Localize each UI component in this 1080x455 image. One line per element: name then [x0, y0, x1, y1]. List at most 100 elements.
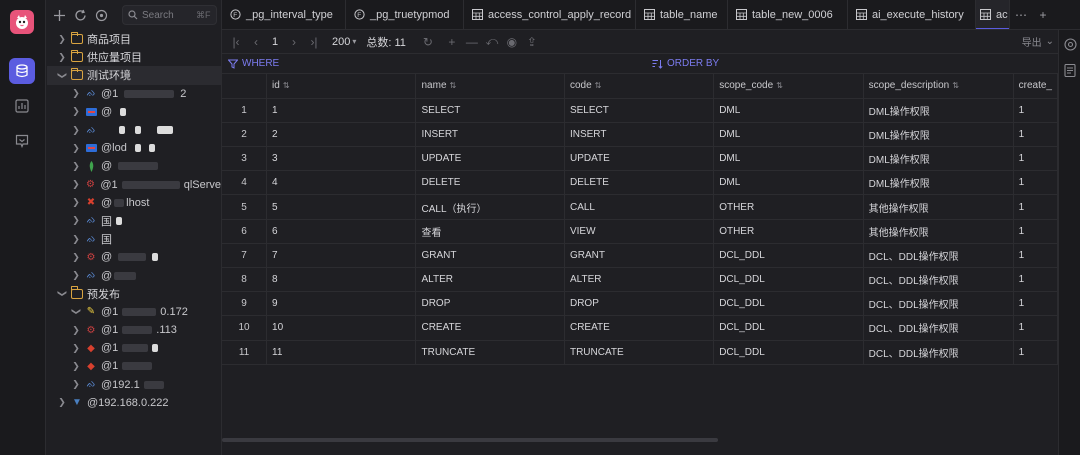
- table-cell[interactable]: DCL_DDL: [713, 315, 864, 341]
- table-cell[interactable]: DROP: [564, 291, 715, 317]
- order-by-filter[interactable]: ORDER BY: [652, 58, 719, 69]
- table-row[interactable]: 11 11 TRUNCATE TRUNCATE DCL_DDL DCL、DDL操作权限 1: [222, 340, 1059, 365]
- table-cell[interactable]: DML: [713, 146, 864, 172]
- tree-folder-supply[interactable]: ❯ 供应量项目: [47, 48, 221, 66]
- sort-icon[interactable]: ⇅: [283, 81, 290, 90]
- table-row[interactable]: 5 5 CALL（执行） CALL OTHER 其他操作权限 1: [222, 194, 1059, 220]
- chevron-right-icon[interactable]: ❯: [71, 106, 81, 117]
- view-icon[interactable]: ◉: [504, 34, 520, 50]
- table-row[interactable]: 1 1 SELECT SELECT DML DML操作权限 1: [222, 98, 1059, 123]
- more-tabs-icon[interactable]: ⋯: [1010, 0, 1032, 29]
- tree-connection[interactable]: ❯ ᨁ 国: [47, 230, 221, 248]
- chevron-right-icon[interactable]: ❯: [57, 52, 67, 63]
- add-row-icon[interactable]: +: [444, 34, 460, 50]
- tab-access-control-apply-record[interactable]: access_control_apply_record: [464, 0, 636, 29]
- table-cell[interactable]: DML: [713, 98, 864, 123]
- table-cell[interactable]: 1: [1013, 98, 1059, 123]
- where-filter[interactable]: WHERE: [222, 58, 652, 69]
- chevron-right-icon[interactable]: ❯: [57, 34, 67, 45]
- tree-connection[interactable]: ❯ ✎ @1 0.172: [47, 303, 221, 321]
- sort-icon[interactable]: ⇅: [595, 81, 602, 90]
- table-cell[interactable]: ALTER: [415, 267, 565, 293]
- delete-row-icon[interactable]: —: [464, 34, 480, 50]
- column-header[interactable]: id ⇅: [266, 74, 417, 99]
- table-cell[interactable]: DML: [713, 170, 864, 196]
- properties-icon[interactable]: [1063, 37, 1077, 51]
- table-cell[interactable]: SELECT: [415, 98, 565, 123]
- tree-folder-goods[interactable]: ❯ 商品项目: [47, 30, 221, 48]
- page-size-select[interactable]: 200 ▾: [332, 36, 356, 48]
- first-page-icon[interactable]: |‹: [228, 34, 244, 50]
- table-cell[interactable]: 8: [266, 267, 417, 293]
- table-cell[interactable]: 4: [266, 170, 417, 196]
- chevron-right-icon[interactable]: ❯: [71, 379, 81, 390]
- table-row[interactable]: 6 6 查看 VIEW OTHER 其他操作权限 1: [222, 219, 1059, 244]
- chevron-right-icon[interactable]: ❯: [71, 88, 81, 99]
- table-cell[interactable]: DELETE: [564, 170, 715, 196]
- page-number[interactable]: 1: [268, 36, 282, 48]
- table-cell[interactable]: UPDATE: [415, 146, 565, 172]
- table-cell[interactable]: 7: [266, 243, 417, 269]
- table-cell[interactable]: DML操作权限: [863, 122, 1014, 148]
- tree-connection[interactable]: ❯ ᨁ @1 2: [47, 85, 221, 103]
- table-cell[interactable]: OTHER: [713, 194, 864, 220]
- table-cell[interactable]: CALL: [564, 194, 715, 220]
- table-cell[interactable]: 其他操作权限: [863, 194, 1014, 220]
- chevron-right-icon[interactable]: ❯: [71, 325, 81, 336]
- table-cell[interactable]: DCL_DDL: [713, 291, 864, 317]
- table-cell[interactable]: SELECT: [564, 98, 715, 123]
- column-header[interactable]: scope_code ⇅: [713, 74, 864, 99]
- chevron-right-icon[interactable]: ❯: [71, 234, 81, 245]
- table-cell[interactable]: 查看: [415, 219, 565, 244]
- chat-nav-button[interactable]: [9, 128, 35, 154]
- table-cell[interactable]: DML: [713, 122, 864, 148]
- table-row[interactable]: 9 9 DROP DROP DCL_DDL DCL、DDL操作权限 1: [222, 291, 1059, 317]
- tab-table-new-0006[interactable]: table_new_0006: [728, 0, 848, 29]
- explorer-search-box[interactable]: ⌘F: [122, 5, 217, 25]
- table-cell[interactable]: 1: [1013, 194, 1059, 220]
- table-cell[interactable]: DCL_DDL: [713, 267, 864, 293]
- tree-connection[interactable]: ❯ ⚙ @1 qlServe: [47, 176, 221, 194]
- chevron-down-icon[interactable]: ❯: [57, 70, 68, 80]
- column-header[interactable]: code ⇅: [564, 74, 715, 99]
- locate-icon[interactable]: [95, 7, 108, 23]
- dashboard-nav-button[interactable]: [9, 93, 35, 119]
- table-cell[interactable]: DCL_DDL: [713, 243, 864, 269]
- tab-pg-interval-type[interactable]: F _pg_interval_type: [222, 0, 346, 29]
- table-cell[interactable]: DCL、DDL操作权限: [863, 315, 1014, 341]
- upload-icon[interactable]: ⇪: [524, 34, 540, 50]
- table-cell[interactable]: DML操作权限: [863, 98, 1014, 123]
- prev-page-icon[interactable]: ‹: [248, 34, 264, 50]
- table-cell[interactable]: 1: [1013, 146, 1059, 172]
- table-cell[interactable]: DELETE: [415, 170, 565, 196]
- chevron-right-icon[interactable]: ❯: [71, 161, 81, 172]
- chevron-down-icon[interactable]: ❯: [57, 289, 68, 299]
- chevron-right-icon[interactable]: ❯: [71, 343, 81, 354]
- table-cell[interactable]: DCL、DDL操作权限: [863, 243, 1014, 269]
- refresh-icon[interactable]: ↻: [420, 34, 436, 50]
- chevron-right-icon[interactable]: ❯: [71, 270, 81, 281]
- table-cell[interactable]: DML操作权限: [863, 146, 1014, 172]
- next-page-icon[interactable]: ›: [286, 34, 302, 50]
- table-row[interactable]: 2 2 INSERT INSERT DML DML操作权限 1: [222, 122, 1059, 148]
- database-nav-button[interactable]: [9, 58, 35, 84]
- table-cell[interactable]: 1: [1013, 219, 1059, 244]
- table-cell[interactable]: OTHER: [713, 219, 864, 244]
- table-cell[interactable]: 其他操作权限: [863, 219, 1014, 244]
- tree-connection[interactable]: ❯ ⚙ @: [47, 248, 221, 266]
- table-cell[interactable]: 1: [266, 98, 417, 123]
- chevron-right-icon[interactable]: ❯: [71, 143, 81, 154]
- tab-pg-truetypmod[interactable]: F _pg_truetypmod: [346, 0, 464, 29]
- table-cell[interactable]: CALL（执行）: [415, 194, 565, 220]
- table-cell[interactable]: 1: [1013, 291, 1059, 317]
- table-cell[interactable]: DCL、DDL操作权限: [863, 291, 1014, 317]
- table-cell[interactable]: 6: [266, 219, 417, 244]
- table-cell[interactable]: ALTER: [564, 267, 715, 293]
- tree-connection[interactable]: ❯ @: [47, 103, 221, 121]
- table-cell[interactable]: INSERT: [564, 122, 715, 148]
- table-row[interactable]: 4 4 DELETE DELETE DML DML操作权限 1: [222, 170, 1059, 196]
- column-header[interactable]: create_: [1013, 74, 1059, 99]
- chevron-right-icon[interactable]: ❯: [71, 215, 81, 226]
- tab-active[interactable]: ac: [976, 0, 1010, 29]
- export-button[interactable]: 导出 ⌄: [1022, 34, 1054, 49]
